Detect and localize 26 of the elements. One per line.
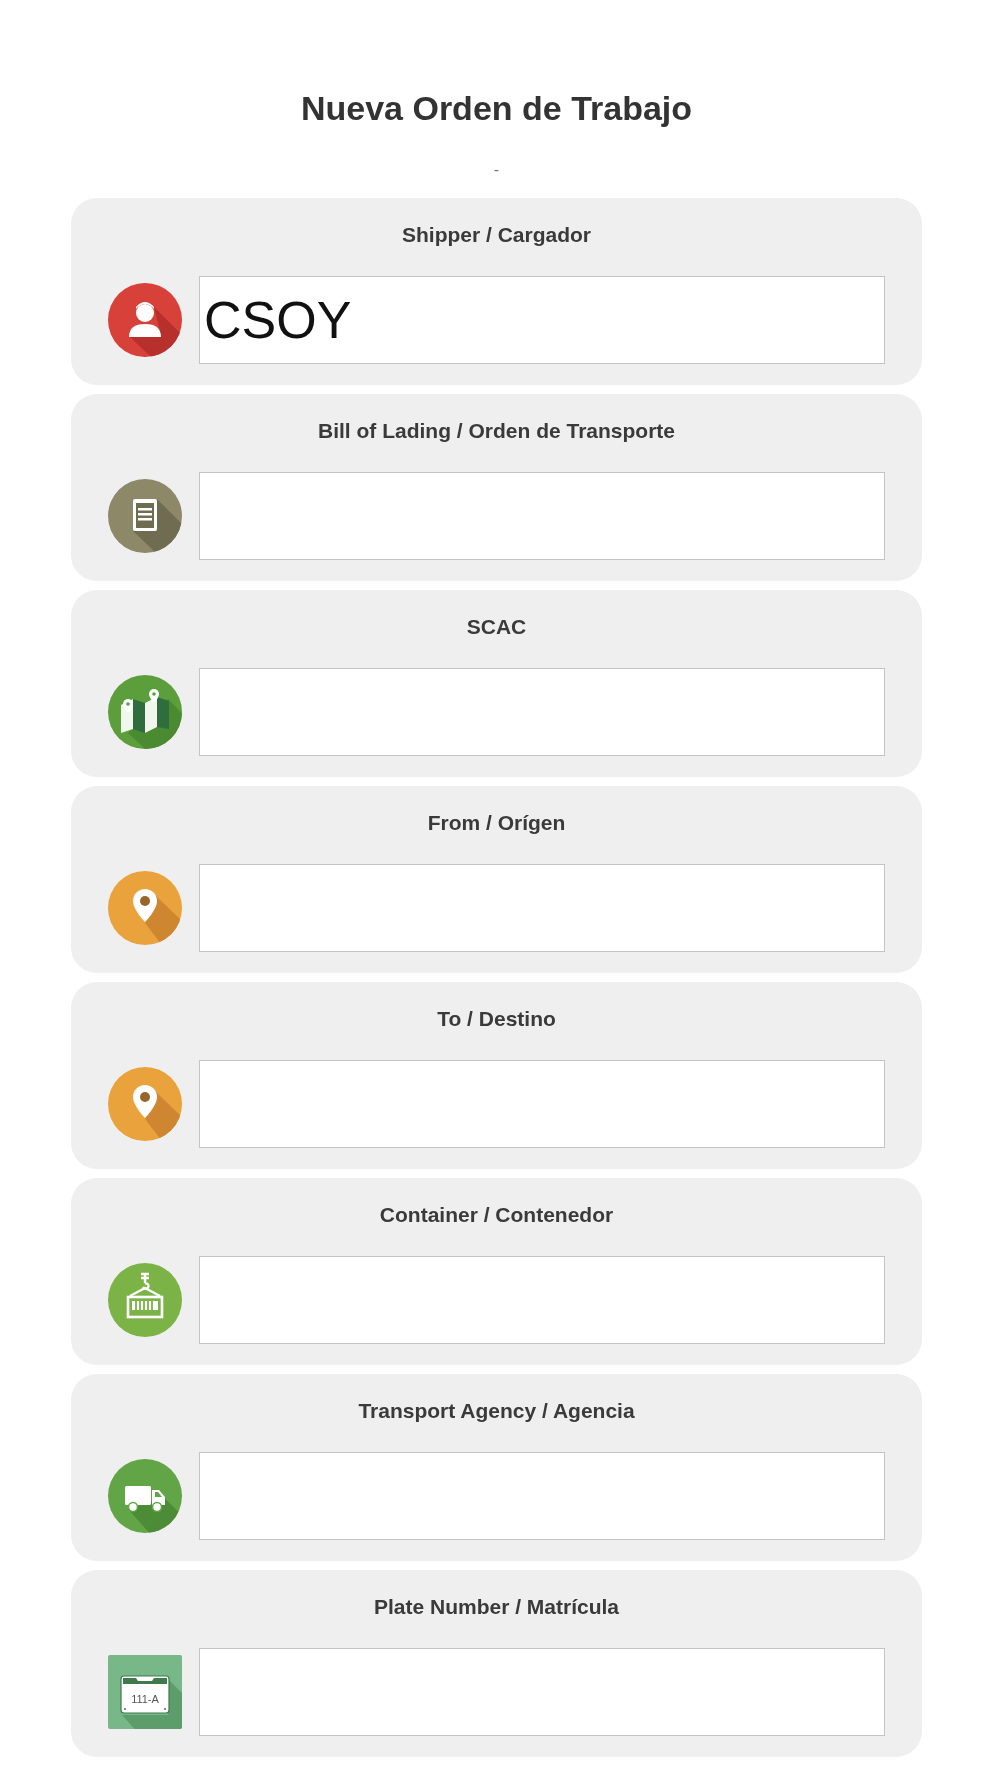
text-input-field[interactable]: [199, 1256, 885, 1344]
field-label: Container / Contenedor: [379, 1202, 614, 1228]
text-input-field[interactable]: [199, 1060, 885, 1148]
location-pin-icon: [108, 871, 182, 945]
location-pin-icon: [108, 1067, 182, 1141]
field-label: From / Orígen: [427, 810, 566, 836]
text-input-field[interactable]: [199, 1648, 885, 1736]
plate-number-text: 111-A: [131, 1693, 159, 1705]
text-input-field[interactable]: [199, 668, 885, 756]
subtitle-dash: -: [493, 160, 500, 180]
text-input-field[interactable]: [199, 472, 885, 560]
field-label: To / Destino: [437, 1006, 556, 1032]
field-label: Bill of Lading / Orden de Transporte: [318, 418, 675, 444]
page-title: Nueva Orden de Trabajo: [299, 88, 694, 129]
container-icon: [108, 1263, 182, 1337]
field-label: Plate Number / Matrícula: [373, 1594, 620, 1620]
text-input-field[interactable]: [199, 1452, 885, 1540]
text-input-field[interactable]: CSOY: [199, 276, 885, 364]
text-input-field[interactable]: [199, 864, 885, 952]
document-icon: [108, 479, 182, 553]
map-icon: [108, 675, 182, 749]
field-label: Shipper / Cargador: [402, 222, 591, 248]
field-label: SCAC: [466, 614, 527, 640]
person-icon: [108, 283, 182, 357]
truck-icon: [108, 1459, 182, 1533]
field-label: Transport Agency / Agencia: [358, 1398, 635, 1424]
